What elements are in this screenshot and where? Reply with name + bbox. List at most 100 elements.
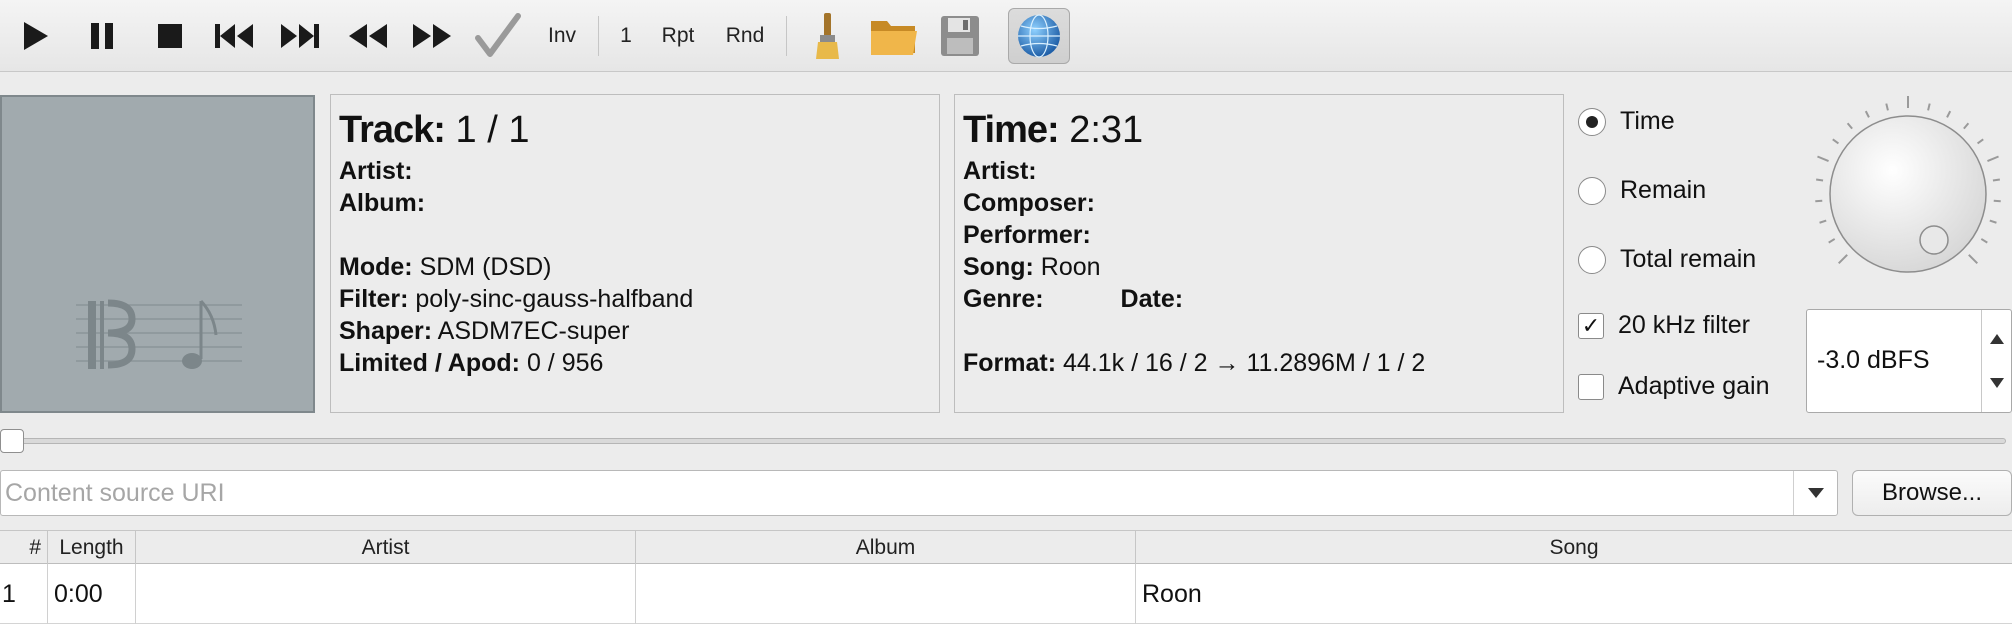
seek-handle[interactable] — [0, 429, 24, 453]
seek-track[interactable] — [8, 438, 2006, 444]
checkbox-checked[interactable]: ✓ — [1578, 312, 1604, 339]
fast-forward-button[interactable] — [408, 8, 456, 64]
genre-label: Genre: — [963, 285, 1044, 313]
network-button[interactable] — [1008, 8, 1070, 64]
column-header-album[interactable]: Album — [636, 531, 1136, 564]
album-label: Album: — [339, 189, 426, 217]
invert-button[interactable]: Inv — [542, 8, 582, 64]
song-line: Song: Roon — [963, 251, 1555, 283]
cell-album — [636, 564, 1136, 624]
radio-button[interactable] — [1578, 176, 1606, 205]
time-label: Time: — [963, 109, 1060, 151]
table-header: # Length Artist Album Song — [0, 530, 2012, 564]
open-button[interactable] — [868, 8, 920, 64]
filter-value: poly-sinc-gauss-halfband — [415, 285, 694, 313]
gain-spinbox[interactable]: -3.0 dBFS — [1806, 309, 2012, 413]
brush-icon — [816, 13, 839, 59]
performer-label: Performer: — [963, 221, 1091, 249]
rewind-icon — [349, 24, 387, 48]
knob-tick — [1987, 155, 1999, 163]
spin-down-icon[interactable] — [1990, 378, 2004, 388]
random-button[interactable]: Rnd — [722, 8, 768, 64]
radio-remain-label: Remain — [1620, 176, 1707, 204]
cell-number: 1 — [0, 564, 48, 624]
toolbar: Inv 1 Rpt Rnd — [0, 0, 2012, 72]
format-value: 44.1k / 16 / 2 → 11.2896M / 1 / 2 — [1063, 349, 1426, 377]
previous-track-button[interactable] — [210, 8, 258, 64]
date-label: Date: — [1120, 285, 1184, 313]
play-button[interactable] — [16, 8, 56, 64]
adaptive-gain-label: Adaptive gain — [1618, 372, 1770, 400]
source-uri-input[interactable] — [1, 471, 1791, 515]
radio-remain[interactable]: Remain — [1578, 176, 1706, 205]
filter-label: Filter: — [339, 285, 409, 313]
cell-length: 0:00 — [48, 564, 136, 624]
filter-line: Filter: poly-sinc-gauss-halfband — [339, 283, 931, 315]
volume-knob[interactable] — [1808, 92, 2008, 292]
knob-tick — [1885, 103, 1889, 111]
spin-up-icon[interactable] — [1990, 334, 2004, 344]
format-line: Format: 44.1k / 16 / 2 → 11.2896M / 1 / … — [963, 347, 1555, 379]
knob-tick — [1968, 254, 1979, 265]
playlist-table: # Length Artist Album Song 1 0:00 Roon — [0, 530, 2012, 632]
spin-buttons — [1981, 310, 2011, 412]
track-label: Track: — [339, 109, 446, 151]
skip-previous-icon — [215, 24, 253, 48]
save-button[interactable] — [938, 8, 982, 64]
artist-label: Artist: — [339, 157, 413, 185]
table-row[interactable]: 1 0:00 Roon — [0, 564, 2012, 624]
radio-button-selected[interactable] — [1578, 107, 1606, 136]
track-line: Track: 1 / 1 — [339, 107, 931, 153]
browse-button[interactable]: Browse... — [1852, 470, 2012, 516]
stop-button[interactable] — [150, 8, 190, 64]
floppy-disk-icon — [941, 16, 979, 56]
knob-tick — [1963, 122, 1970, 130]
column-header-length[interactable]: Length — [48, 531, 136, 564]
stop-icon — [158, 24, 182, 48]
composer-label: Composer: — [963, 189, 1095, 217]
knob-tick — [1980, 238, 1988, 244]
column-header-artist[interactable]: Artist — [136, 531, 636, 564]
music-notation-icon — [76, 299, 242, 369]
time-value: 2:31 — [1069, 109, 1144, 151]
checkbox-unchecked[interactable] — [1578, 373, 1604, 400]
source-uri-combobox[interactable] — [0, 470, 1838, 516]
knob-tick — [1993, 199, 2001, 203]
knob-tick — [1864, 110, 1870, 118]
shaper-label: Shaper: — [339, 317, 433, 345]
repeat-button[interactable]: Rpt — [656, 8, 700, 64]
format-label: Format: — [963, 349, 1057, 377]
dropdown-button[interactable] — [1793, 471, 1837, 515]
filter-20khz-checkbox[interactable]: ✓ 20 kHz filter — [1578, 311, 1750, 340]
composer-line: Composer: — [963, 187, 1555, 219]
cell-song: Roon — [1142, 580, 1202, 608]
toolbar-separator — [598, 16, 599, 56]
radio-button[interactable] — [1578, 245, 1606, 274]
single-track-button[interactable]: 1 — [614, 8, 638, 64]
knob-tick — [1837, 254, 1848, 265]
song-value: Roon — [1040, 253, 1101, 281]
track-info-panel: Track: 1 / 1 Artist: Album: Mode: SDM (D… — [330, 94, 940, 413]
next-track-button[interactable] — [276, 8, 324, 64]
shaper-value: ASDM7EC-super — [437, 317, 630, 345]
check-button[interactable] — [472, 8, 524, 64]
knob-tick — [1976, 138, 1984, 145]
album-art — [0, 95, 315, 413]
rewind-button[interactable] — [344, 8, 392, 64]
column-header-song[interactable]: Song — [1136, 531, 2012, 564]
knob-tick — [1846, 122, 1853, 130]
pause-button[interactable] — [82, 8, 122, 64]
column-header-number[interactable]: # — [0, 531, 48, 564]
toolbar-separator — [786, 16, 787, 56]
radio-total-remain[interactable]: Total remain — [1578, 245, 1756, 274]
knob-tick — [1927, 103, 1931, 111]
chevron-down-icon — [1807, 488, 1824, 498]
radio-time[interactable]: Time — [1578, 107, 1675, 136]
adaptive-gain-checkbox[interactable]: Adaptive gain — [1578, 372, 1770, 401]
clear-button[interactable] — [806, 8, 848, 64]
mode-label: Mode: — [339, 253, 413, 281]
artist-line: Artist: — [963, 155, 1555, 187]
play-icon — [24, 22, 48, 50]
knob-tick — [1817, 155, 1829, 163]
shaper-line: Shaper: ASDM7EC-super — [339, 315, 931, 347]
